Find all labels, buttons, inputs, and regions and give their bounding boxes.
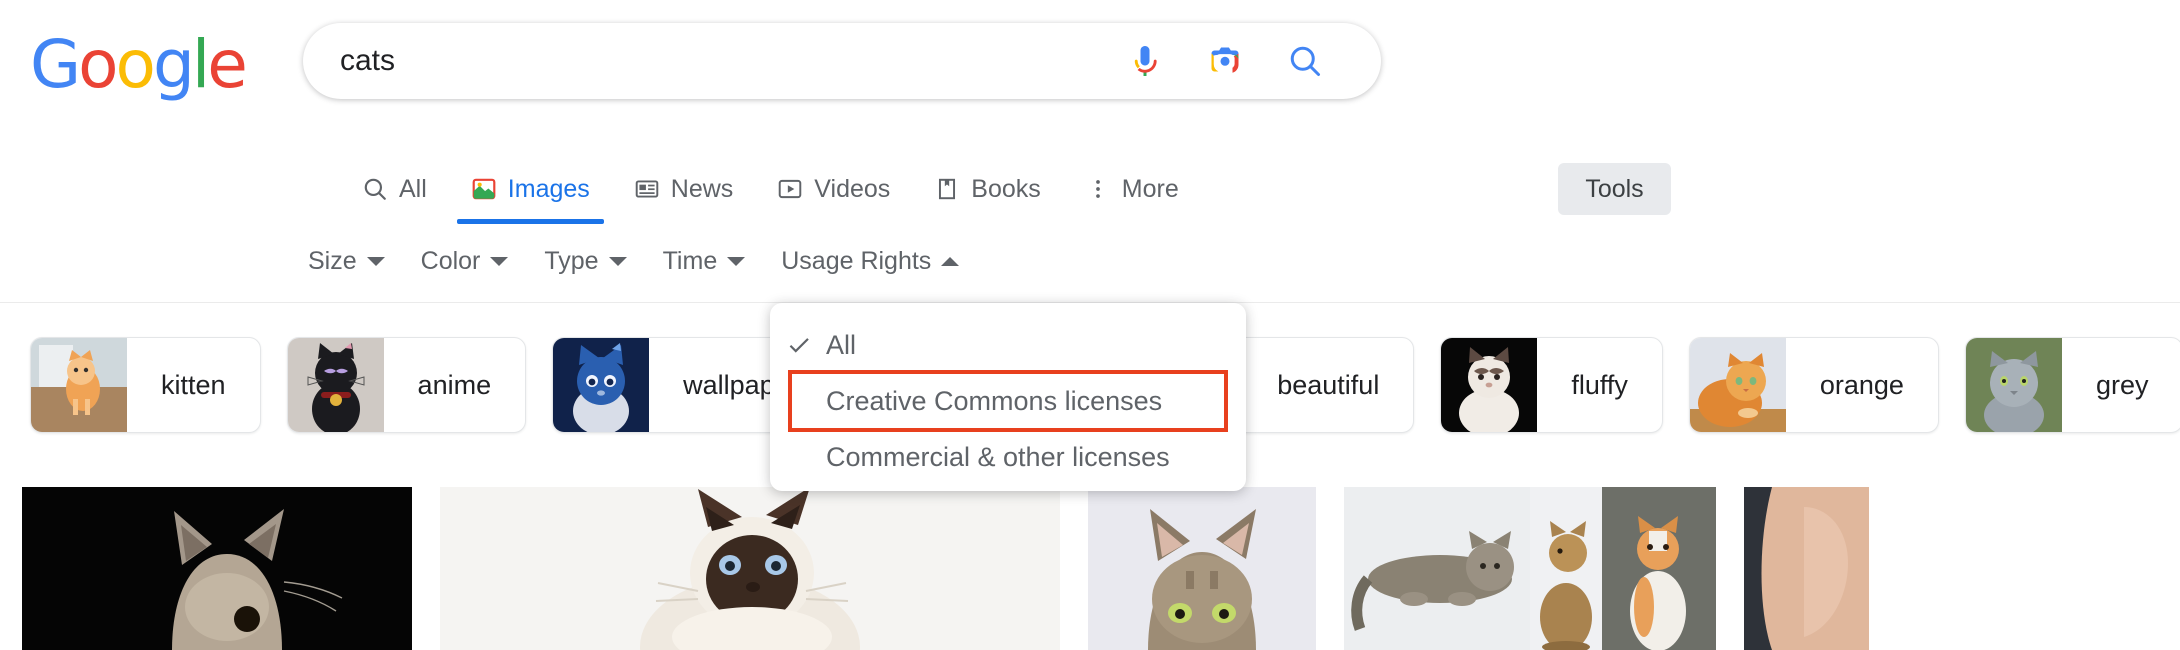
- filter-color[interactable]: Color: [403, 238, 527, 284]
- chip-kitten-label: kitten: [161, 369, 226, 400]
- news-icon: [635, 180, 659, 198]
- tab-news[interactable]: News: [612, 160, 756, 218]
- chevron-down-icon: [727, 256, 746, 266]
- filter-size[interactable]: Size: [290, 238, 403, 284]
- filter-type[interactable]: Type: [526, 238, 644, 284]
- search-type-tabs: All Images News Videos Books More: [340, 160, 1201, 224]
- logo-letter-g1: G: [30, 26, 81, 103]
- tab-videos[interactable]: Videos: [755, 160, 912, 218]
- result-image: [1744, 487, 1869, 650]
- google-images-search-page: Google cats All Images News Videos Books…: [0, 0, 2180, 650]
- tools-button-label: Tools: [1585, 174, 1644, 203]
- chevron-down-icon: [366, 256, 385, 266]
- tab-more[interactable]: More: [1063, 160, 1201, 218]
- chip-orange-label: orange: [1819, 369, 1904, 400]
- logo-letter-o1: o: [78, 26, 118, 103]
- menu-item-all-label: All: [826, 329, 857, 360]
- result-image: [22, 487, 412, 650]
- kitten-thumb: [31, 338, 127, 432]
- search-submit-icon[interactable]: [1287, 43, 1323, 79]
- tab-books[interactable]: Books: [912, 160, 1062, 218]
- chip-anime-label: anime: [417, 369, 492, 400]
- book-icon: [939, 178, 956, 200]
- result-tabby-cat-black-background[interactable]: [22, 487, 412, 650]
- chip-grey-label: grey: [2095, 369, 2149, 400]
- microphone-icon[interactable]: [1127, 43, 1163, 79]
- chip-fluffy-label: fluffy: [1571, 369, 1628, 400]
- filter-time-label: Time: [662, 246, 718, 275]
- chip-beautiful-label: beautiful: [1277, 369, 1380, 400]
- active-tab-underline: [456, 219, 604, 224]
- google-lens-camera-icon[interactable]: [1207, 43, 1243, 79]
- result-tabby-cat-grey-background[interactable]: [1088, 487, 1316, 650]
- filter-time[interactable]: Time: [645, 238, 764, 284]
- search-bar-icons: [1127, 43, 1323, 79]
- tab-images-label: Images: [507, 174, 590, 203]
- image-results-grid: [0, 487, 2180, 650]
- chevron-up-icon: [941, 256, 960, 266]
- image-icon: [472, 178, 496, 200]
- chevron-down-icon: [608, 256, 627, 266]
- search-input[interactable]: cats: [340, 44, 1127, 78]
- usage-rights-dropdown: All Creative Commons licenses Commercial…: [770, 303, 1246, 491]
- filter-bar: Size Color Type Time Usage Rights: [290, 238, 977, 284]
- menu-item-commercial-label: Commercial & other licenses: [826, 441, 1170, 472]
- logo-letter-g2: g: [152, 26, 195, 103]
- menu-item-creative-commons-licenses[interactable]: Creative Commons licenses: [788, 370, 1228, 432]
- orange-cat-thumb: [1689, 338, 1786, 432]
- chip-orange[interactable]: orange: [1688, 337, 1939, 433]
- search-bar[interactable]: cats: [303, 23, 1381, 99]
- tools-button[interactable]: Tools: [1558, 163, 1671, 215]
- result-image: [1344, 487, 1716, 650]
- header: Google cats All Images News Videos Books…: [0, 0, 2180, 224]
- result-himalayan-cat-white-background[interactable]: [440, 487, 1060, 650]
- filter-type-label: Type: [544, 246, 599, 275]
- fluffy-cat-thumb: [1441, 338, 1538, 432]
- wallpaper-cat-thumb: [553, 338, 650, 432]
- filter-color-label: Color: [420, 246, 481, 275]
- checkmark-icon: [789, 338, 809, 353]
- google-logo[interactable]: Google: [30, 26, 248, 103]
- filter-usage-rights-label: Usage Rights: [781, 246, 932, 275]
- chip-kitten[interactable]: kitten: [30, 337, 261, 433]
- chip-grey[interactable]: grey: [1964, 337, 2180, 433]
- chevron-down-icon: [490, 256, 509, 266]
- tab-all-label: All: [399, 174, 427, 203]
- result-cat-held-by-person[interactable]: [1744, 487, 1869, 650]
- menu-item-all[interactable]: All: [770, 317, 1246, 373]
- menu-item-creative-commons-label: Creative Commons licenses: [826, 385, 1163, 416]
- logo-letter-l: l: [191, 26, 210, 103]
- chip-fluffy[interactable]: fluffy: [1440, 337, 1663, 433]
- more-vertical-icon: [1095, 180, 1100, 198]
- search-icon: [364, 178, 386, 200]
- tab-books-label: Books: [971, 174, 1041, 203]
- filter-size-label: Size: [308, 246, 357, 275]
- result-image: [440, 487, 1060, 650]
- logo-letter-e: e: [207, 26, 248, 103]
- grey-cat-thumb: [1965, 338, 2062, 432]
- filter-usage-rights[interactable]: Usage Rights: [763, 238, 977, 284]
- tab-more-label: More: [1121, 174, 1179, 203]
- anime-cat-thumb: [287, 338, 384, 432]
- chip-anime[interactable]: anime: [286, 337, 527, 433]
- tab-images[interactable]: Images: [449, 160, 612, 224]
- result-image: [1088, 487, 1316, 650]
- tab-all[interactable]: All: [340, 160, 449, 218]
- video-icon: [779, 179, 802, 199]
- logo-letter-o2: o: [115, 26, 156, 103]
- tab-videos-label: Videos: [814, 174, 891, 203]
- tab-news-label: News: [670, 174, 734, 203]
- menu-item-commercial-other-licenses[interactable]: Commercial & other licenses: [770, 429, 1246, 485]
- result-three-cats-composite[interactable]: [1344, 487, 1716, 650]
